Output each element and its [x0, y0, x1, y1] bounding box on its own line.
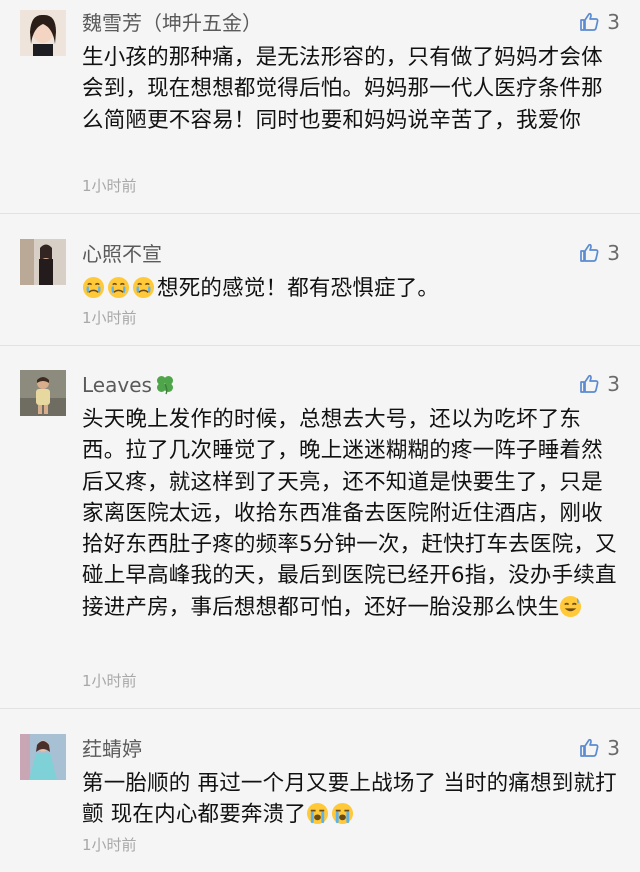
thumbs-up-icon — [580, 12, 599, 31]
sweat-smile-emoji — [560, 595, 582, 617]
comment-time: 1小时前 — [82, 836, 137, 854]
like-button[interactable]: 3 — [579, 372, 620, 396]
loudly-crying-emoji — [332, 803, 354, 825]
comment-text: 生小孩的那种痛，是无法形容的，只有做了妈妈才会体会到，现在想想都觉得后怕。妈妈那… — [82, 45, 603, 133]
thumbs-up-icon — [580, 374, 599, 393]
comment-item: 魏雪芳（坤升五金） 3 生小孩的那种痛，是无法形容的，只有做了妈妈才会体会到，现… — [0, 8, 640, 198]
author-name[interactable]: 心照不宣 — [82, 241, 162, 267]
author-name[interactable]: 荭蜻婷 — [82, 736, 142, 762]
like-count: 3 — [607, 10, 620, 34]
comment-time: 1小时前 — [82, 309, 137, 327]
divider — [0, 708, 640, 709]
user-avatar[interactable] — [20, 239, 66, 285]
thumbs-up-icon — [580, 738, 599, 757]
crying-face-emoji — [132, 276, 155, 299]
like-count: 3 — [607, 372, 620, 396]
comment-time: 1小时前 — [82, 672, 137, 690]
comment-text-block: 第一胎顺的 再过一个月又要上战场了 当时的痛想到就打颤 现在内心都要奔溃了 — [82, 768, 618, 831]
like-count: 3 — [607, 736, 620, 760]
user-avatar[interactable] — [20, 734, 66, 780]
author-name[interactable]: Leaves — [82, 372, 176, 398]
like-count: 3 — [607, 241, 620, 265]
four-leaf-clover-icon — [156, 376, 173, 395]
divider — [0, 345, 640, 346]
comment-text-line: 想死的感觉！都有恐惧症了。 — [82, 273, 618, 304]
divider — [0, 213, 640, 214]
comment-item: 心照不宣 3 想死的感觉！都有恐惧症了。 1小时前 — [0, 239, 640, 339]
comment-item: Leaves 3 头天晚上发作的时候，总想去大号，还以为吃坏了东西。拉了几次睡觉… — [0, 370, 640, 700]
like-button[interactable]: 3 — [579, 736, 620, 760]
comment-text: 头天晚上发作的时候，总想去大号，还以为吃坏了东西。拉了几次睡觉了，晚上迷迷糊糊的… — [82, 407, 617, 620]
user-avatar[interactable] — [20, 370, 66, 416]
loudly-crying-emoji — [307, 803, 329, 825]
comment-text-block: 头天晚上发作的时候，总想去大号，还以为吃坏了东西。拉了几次睡觉了，晚上迷迷糊糊的… — [82, 404, 618, 623]
like-button[interactable]: 3 — [579, 10, 620, 34]
crying-face-emoji — [107, 276, 130, 299]
crying-face-emoji — [82, 276, 105, 299]
comment-text: 想死的感觉！都有恐惧症了。 — [157, 276, 440, 301]
author-name[interactable]: 魏雪芳（坤升五金） — [82, 10, 262, 36]
like-button[interactable]: 3 — [579, 241, 620, 265]
author-name-text: Leaves — [82, 373, 152, 397]
thumbs-up-icon — [580, 243, 599, 262]
user-avatar[interactable] — [20, 10, 66, 56]
comment-time: 1小时前 — [82, 177, 137, 195]
comment-item: 荭蜻婷 3 第一胎顺的 再过一个月又要上战场了 当时的痛想到就打颤 现在内心都要… — [0, 734, 640, 864]
